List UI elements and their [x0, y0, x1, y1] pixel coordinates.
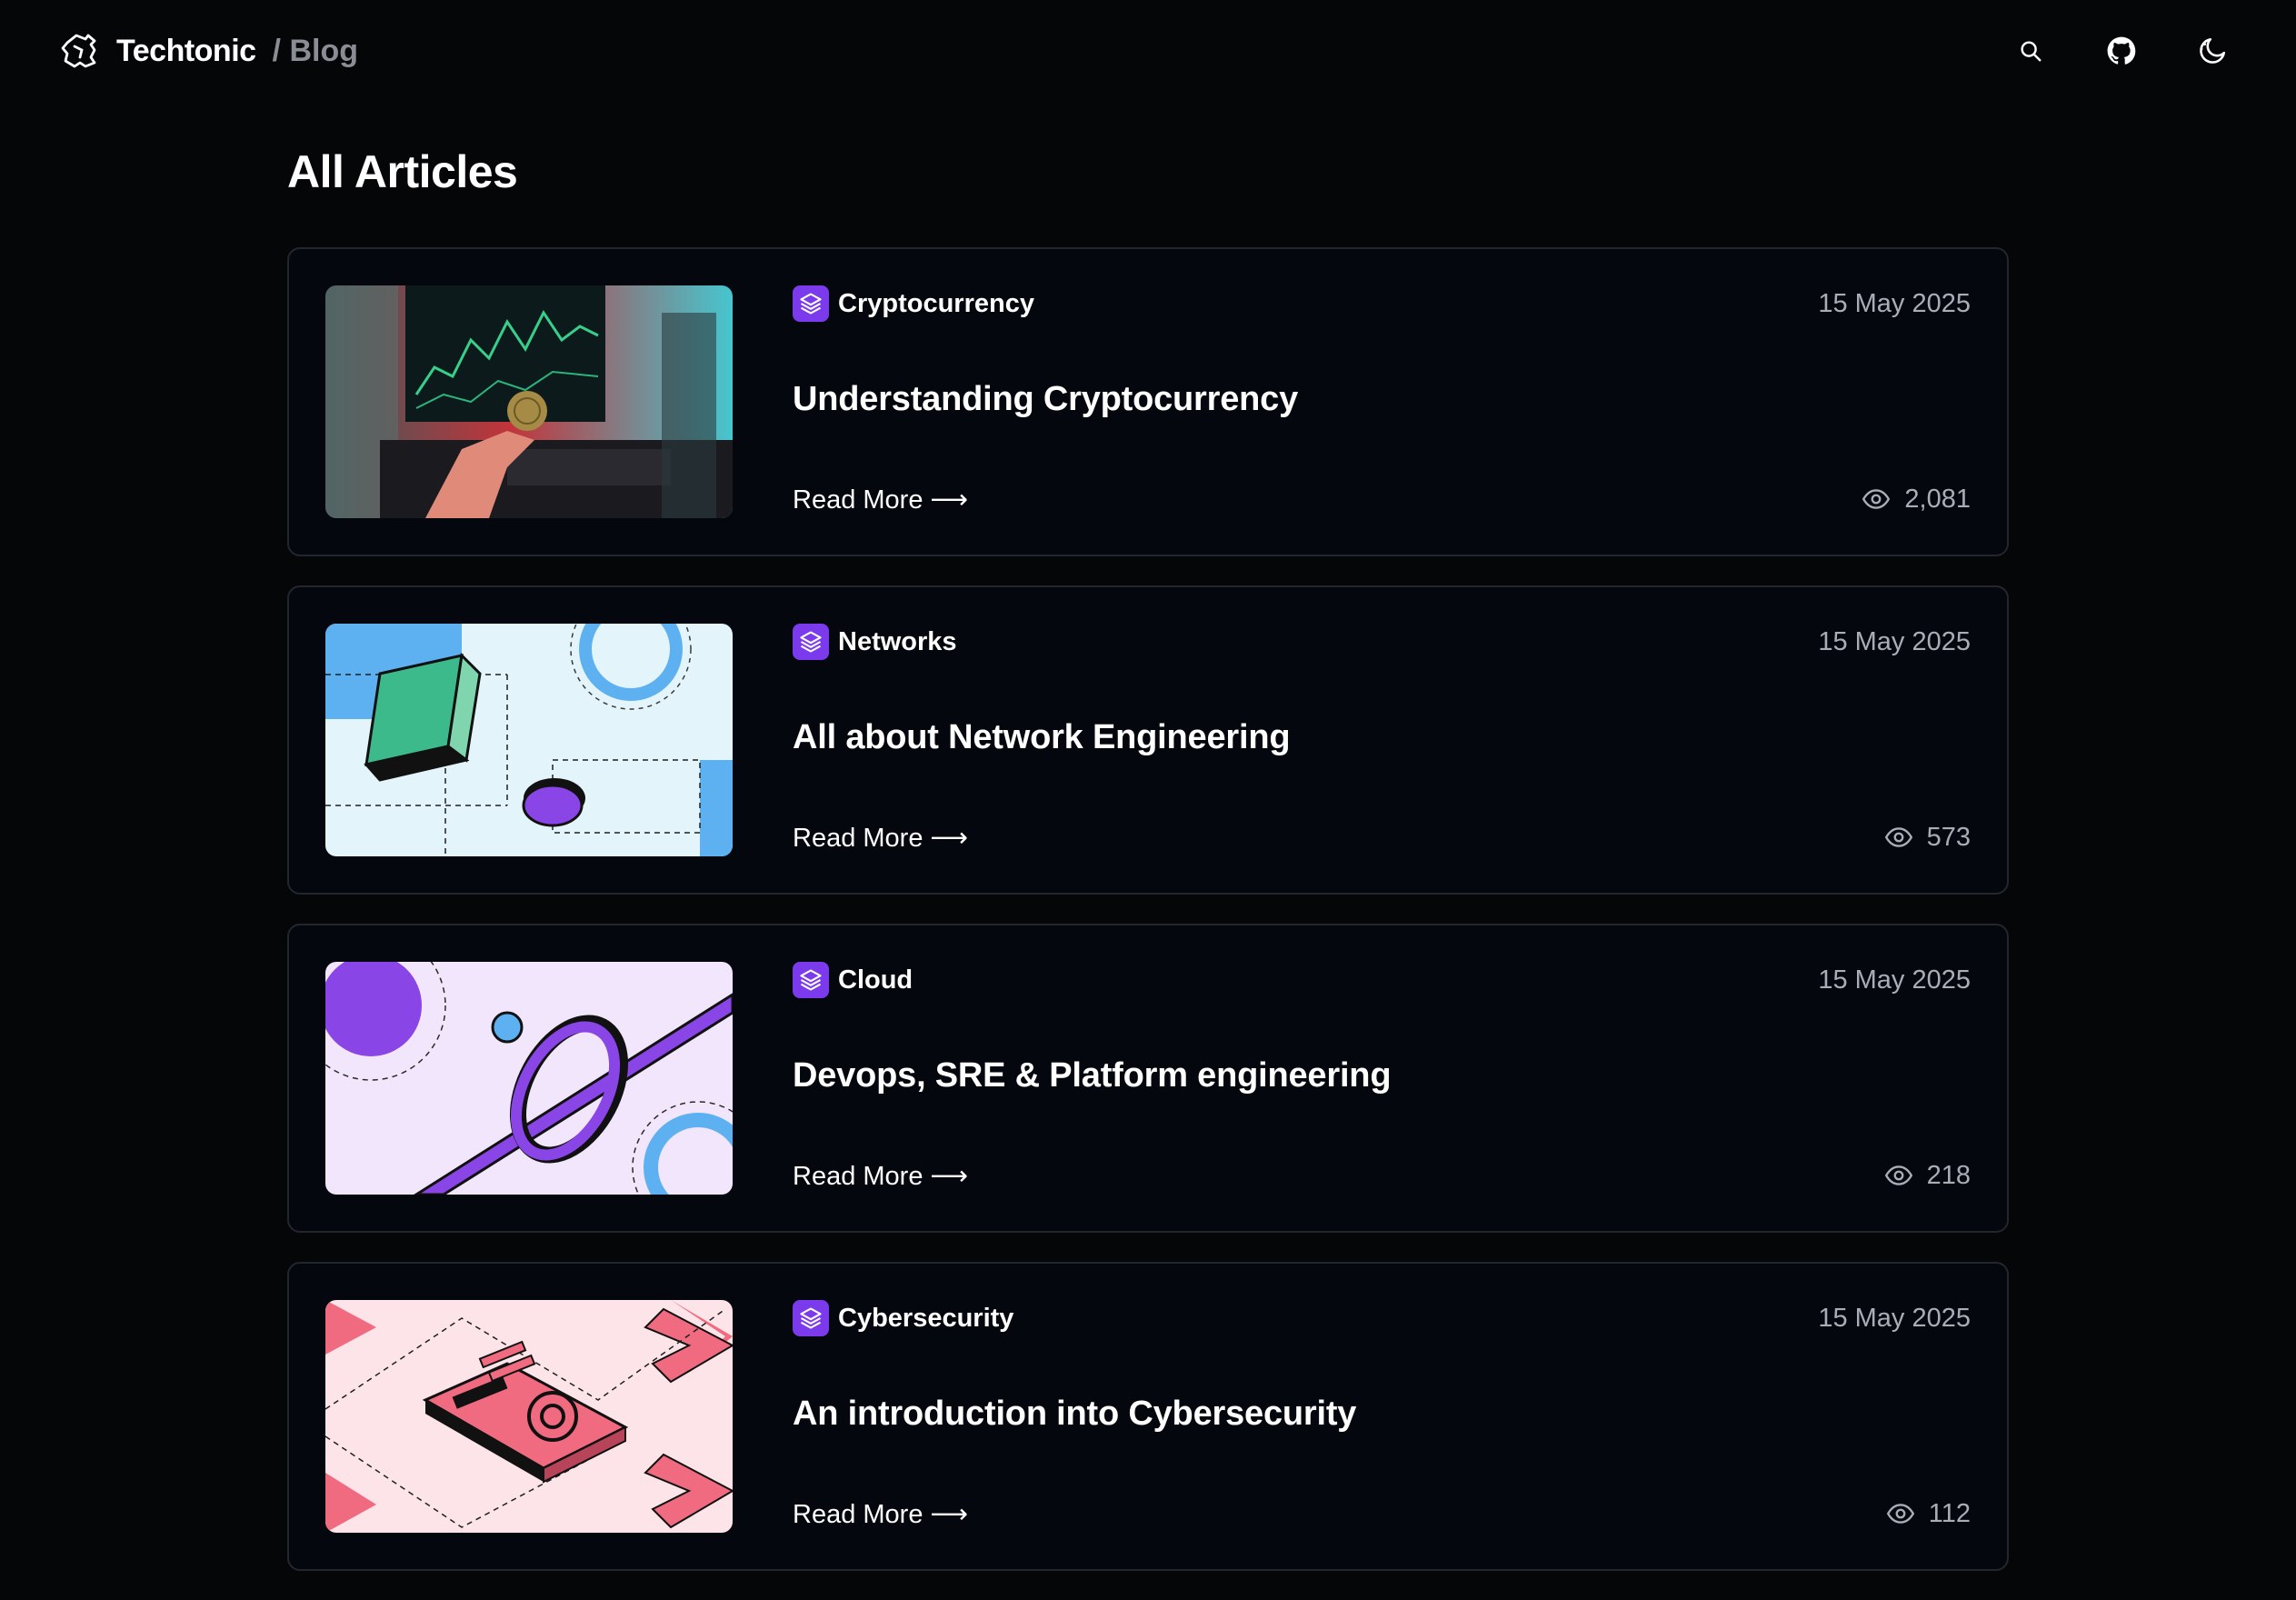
eye-icon [1861, 484, 1892, 515]
view-count-value: 218 [1926, 1160, 1971, 1190]
search-icon[interactable] [2012, 33, 2049, 69]
layers-icon [793, 962, 829, 998]
read-more-link[interactable]: Read More ⟶ [793, 1498, 968, 1530]
category-tag[interactable]: Cloud [793, 962, 913, 998]
view-count: 112 [1885, 1498, 1971, 1529]
article-date: 15 May 2025 [1818, 1304, 1971, 1333]
category-label[interactable]: Networks [838, 627, 957, 657]
category-label[interactable]: Cybersecurity [838, 1304, 1013, 1334]
article-card[interactable]: Cybersecurity 15 May 2025 An introductio… [287, 1262, 2009, 1571]
brand[interactable]: Techtonic / Blog [58, 30, 358, 72]
category-tag[interactable]: Cryptocurrency [793, 285, 1034, 322]
breadcrumb-section[interactable]: / Blog [273, 34, 358, 69]
layers-icon [793, 1300, 829, 1336]
article-card[interactable]: Networks 15 May 2025 All about Network E… [287, 585, 2009, 895]
read-more-link[interactable]: Read More ⟶ [793, 822, 968, 854]
top-navbar: Techtonic / Blog [0, 0, 2296, 102]
article-thumbnail[interactable] [325, 1300, 733, 1533]
article-title[interactable]: Devops, SRE & Platform engineering [793, 1056, 1392, 1095]
category-tag[interactable]: Cybersecurity [793, 1300, 1013, 1336]
view-count: 573 [1883, 822, 1971, 853]
article-date: 15 May 2025 [1818, 965, 1971, 995]
article-thumbnail[interactable] [325, 962, 733, 1195]
page-title: All Articles [287, 146, 518, 197]
view-count-value: 112 [1928, 1498, 1971, 1528]
read-more-link[interactable]: Read More ⟶ [793, 1160, 968, 1192]
brand-name[interactable]: Techtonic [116, 34, 256, 69]
github-icon[interactable] [2103, 33, 2140, 69]
puzzle-logo-icon[interactable] [58, 30, 100, 72]
layers-icon [793, 624, 829, 660]
nav-actions [2012, 33, 2231, 69]
category-tag[interactable]: Networks [793, 624, 957, 660]
layers-icon [793, 285, 829, 322]
article-thumbnail[interactable] [325, 285, 733, 518]
read-more-link[interactable]: Read More ⟶ [793, 484, 968, 515]
moon-icon[interactable] [2194, 33, 2231, 69]
view-count-value: 2,081 [1904, 484, 1971, 514]
view-count-value: 573 [1926, 822, 1971, 852]
article-list: Cryptocurrency 15 May 2025 Understanding… [287, 247, 2009, 1600]
article-date: 15 May 2025 [1818, 289, 1971, 318]
eye-icon [1883, 1160, 1914, 1191]
article-card[interactable]: Cryptocurrency 15 May 2025 Understanding… [287, 247, 2009, 556]
article-card[interactable]: Cloud 15 May 2025 Devops, SRE & Platform… [287, 924, 2009, 1233]
eye-icon [1883, 822, 1914, 853]
category-label[interactable]: Cryptocurrency [838, 289, 1034, 319]
category-label[interactable]: Cloud [838, 965, 913, 995]
eye-icon [1885, 1498, 1916, 1529]
article-date: 15 May 2025 [1818, 627, 1971, 656]
article-title[interactable]: An introduction into Cybersecurity [793, 1395, 1356, 1434]
view-count: 218 [1883, 1160, 1971, 1191]
view-count: 2,081 [1861, 484, 1971, 515]
article-thumbnail[interactable] [325, 624, 733, 856]
article-title[interactable]: Understanding Cryptocurrency [793, 380, 1298, 419]
article-title[interactable]: All about Network Engineering [793, 718, 1291, 757]
